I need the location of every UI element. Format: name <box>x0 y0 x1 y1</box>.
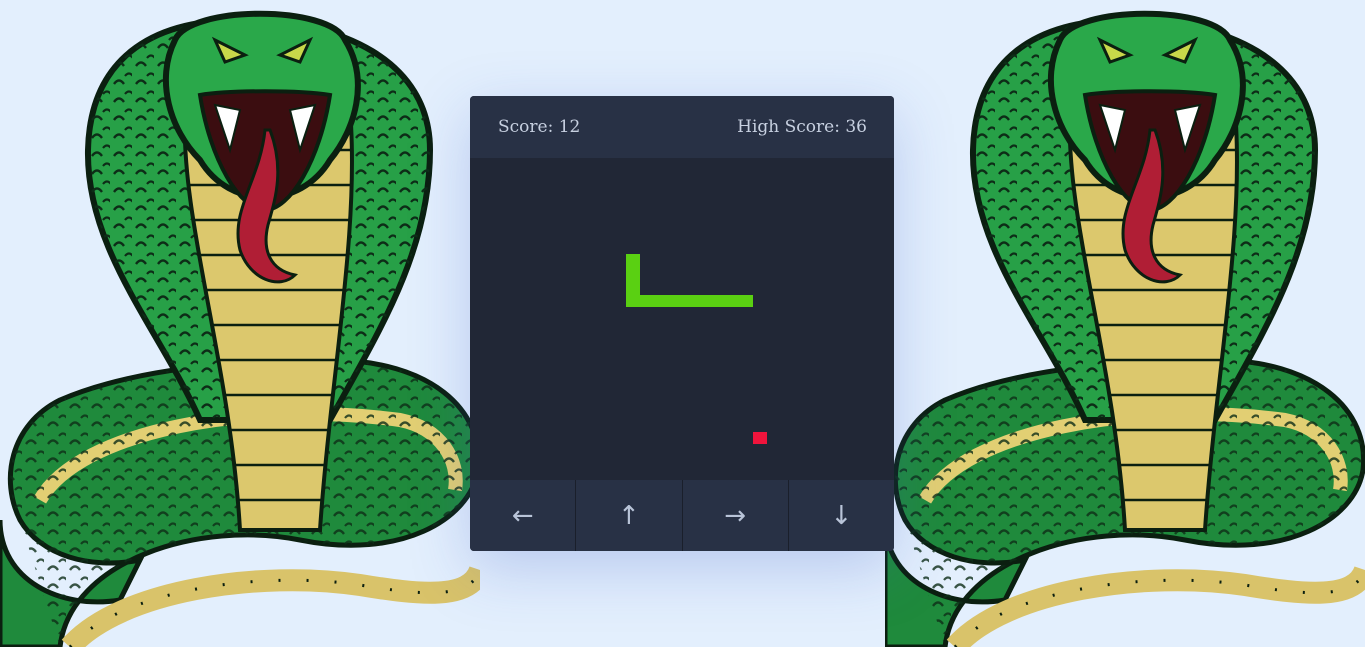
snake-segment-horizontal <box>626 295 753 307</box>
game-board[interactable] <box>470 158 894 480</box>
arrow-down-icon: ↓ <box>830 500 853 531</box>
cobra-illustration-left <box>0 10 480 647</box>
arrow-right-icon: → <box>724 500 747 531</box>
score-label: Score: 12 <box>498 117 581 137</box>
direction-controls: ← ↑ → ↓ <box>470 480 894 551</box>
high-score-label: High Score: 36 <box>737 117 867 137</box>
move-up-button[interactable]: ↑ <box>576 480 683 551</box>
snake-game-panel: Score: 12 High Score: 36 ← ↑ → ↓ <box>470 96 894 551</box>
move-right-button[interactable]: → <box>683 480 789 551</box>
arrow-up-icon: ↑ <box>617 500 640 531</box>
score-bar: Score: 12 High Score: 36 <box>470 96 894 158</box>
arrow-left-icon: ← <box>511 500 534 531</box>
move-down-button[interactable]: ↓ <box>789 480 894 551</box>
move-left-button[interactable]: ← <box>470 480 577 551</box>
cobra-illustration-right <box>885 10 1365 647</box>
food-pellet <box>753 432 767 444</box>
